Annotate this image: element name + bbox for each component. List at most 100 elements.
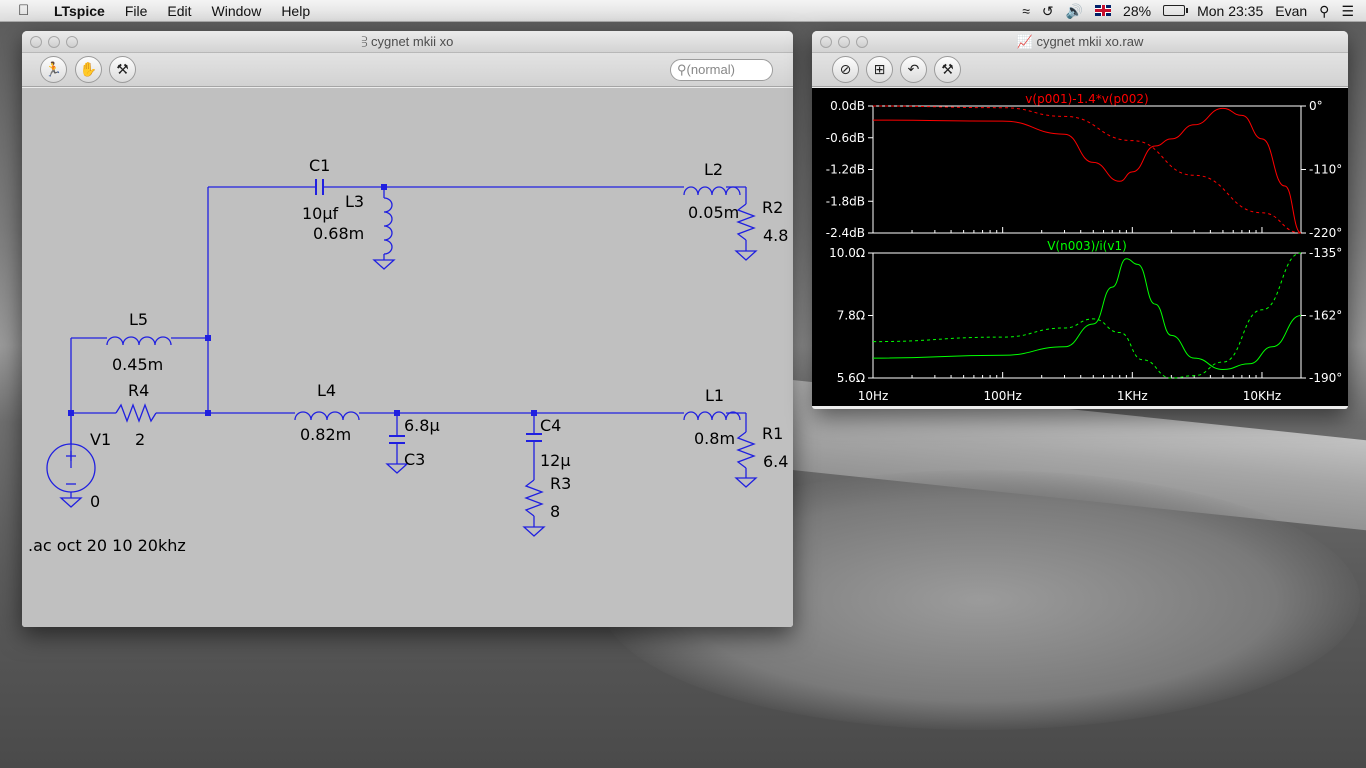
close-button[interactable] [30, 36, 42, 48]
r1-label[interactable]: R1 [762, 424, 783, 443]
r4-value[interactable]: 2 [135, 430, 145, 449]
search-icon: ⚲ [677, 62, 687, 77]
junction-node[interactable] [68, 410, 74, 416]
menu-file[interactable]: File [125, 3, 148, 19]
zoom-back-icon[interactable]: ↶ [900, 56, 927, 83]
schematic-drawing[interactable]: C1 10µf L3 0.68m L2 0.05m R2 4.8 L5 0.45… [22, 88, 793, 627]
spotlight-search-icon[interactable]: ⚲ [1319, 3, 1329, 20]
l3-label[interactable]: L3 [345, 192, 364, 211]
waveform-canvas[interactable]: v(p001)-1.4*v(p002) 0.0dB -0.6dB -1.2dB -1.8… [812, 88, 1348, 406]
battery-percent[interactable]: 28% [1123, 3, 1151, 19]
l4-value[interactable]: 0.82m [300, 425, 351, 444]
magnitude-trace-1[interactable] [872, 107, 1302, 234]
zoom-cancel-icon[interactable]: ⊘ [832, 56, 859, 83]
autorange-icon[interactable]: ⊞ [866, 56, 893, 83]
schematic-toolbar: 🏃 ✋ ⚒ ⚲(normal) [22, 53, 793, 87]
c1-value[interactable]: 10µf [302, 204, 339, 223]
y-tick-label: 10.0Ω [829, 246, 865, 260]
ac-directive[interactable]: .ac oct 20 10 20khz [28, 536, 186, 555]
c4-label[interactable]: C4 [540, 416, 561, 435]
phase-trace-1[interactable] [872, 105, 1302, 234]
volume-icon[interactable]: 🔊 [1066, 3, 1083, 20]
plot-frame [872, 105, 1302, 234]
battery-icon[interactable] [1163, 3, 1189, 19]
magnitude-trace-2[interactable] [872, 258, 1302, 371]
r2-label[interactable]: R2 [762, 198, 783, 217]
c3-label[interactable]: C3 [404, 450, 425, 469]
phase-trace-2[interactable] [872, 252, 1302, 379]
r2-value[interactable]: 4.8 [763, 226, 788, 245]
schematic-titlebar[interactable]: ⫖ cygnet mkii xo [22, 31, 793, 53]
v1-value[interactable]: 0 [90, 492, 100, 511]
trace-title-2[interactable]: V(n003)/i(v1) [1047, 239, 1127, 253]
r1-resistor[interactable] [736, 431, 756, 469]
clock[interactable]: Mon 23:35 [1197, 3, 1263, 19]
waveform-plot[interactable]: v(p001)-1.4*v(p002) 0.0dB -0.6dB -1.2dB -1.8… [812, 88, 1348, 406]
l5-inductor[interactable] [106, 336, 172, 346]
menu-window[interactable]: Window [212, 3, 262, 19]
zoom-button[interactable] [66, 36, 78, 48]
x-tick-label: 10Hz [858, 389, 889, 403]
r4-label[interactable]: R4 [128, 381, 149, 400]
l2-label[interactable]: L2 [704, 160, 723, 179]
c3-value[interactable]: 6.8µ [404, 416, 440, 435]
time-machine-icon[interactable]: ↺ [1042, 3, 1054, 20]
app-menu[interactable]: LTspice [54, 3, 105, 19]
l1-label[interactable]: L1 [705, 386, 724, 405]
y-tick-label: 0.0dB [830, 99, 865, 113]
r1-value[interactable]: 6.4 [763, 452, 788, 471]
junction-node[interactable] [531, 410, 537, 416]
waveform-window: 📈 cygnet mkii xo.raw ⊘ ⊞ ↶ ⚒ v(p001)-1.4… [812, 31, 1348, 409]
notification-center-icon[interactable]: ☰ [1341, 3, 1354, 20]
r3-value[interactable]: 8 [550, 502, 560, 521]
c4-value[interactable]: 12µ [540, 451, 571, 470]
l2-inductor[interactable] [683, 186, 741, 196]
l5-label[interactable]: L5 [129, 310, 148, 329]
waveform-toolbar: ⊘ ⊞ ↶ ⚒ [812, 53, 1348, 87]
l2-value[interactable]: 0.05m [688, 203, 739, 222]
y-tick-label: -1.8dB [826, 194, 865, 208]
zoom-button[interactable] [856, 36, 868, 48]
waveform-title: cygnet mkii xo.raw [1036, 34, 1144, 49]
l3-value[interactable]: 0.68m [313, 224, 364, 243]
x-tick-label: 10KHz [1243, 389, 1281, 403]
junction-node[interactable] [205, 410, 211, 416]
v1-label[interactable]: V1 [90, 430, 111, 449]
minimize-button[interactable] [48, 36, 60, 48]
junction-node[interactable] [381, 184, 387, 190]
plot-frame [872, 252, 1302, 379]
y2-tick-label: -190° [1309, 371, 1342, 385]
wifi-icon[interactable]: ≈ [1022, 3, 1030, 19]
r3-resistor[interactable] [524, 479, 544, 517]
junction-node[interactable] [205, 335, 211, 341]
menu-edit[interactable]: Edit [167, 3, 191, 19]
search-field[interactable]: ⚲(normal) [670, 59, 773, 81]
schematic-canvas[interactable]: C1 10µf L3 0.68m L2 0.05m R2 4.8 L5 0.45… [22, 88, 793, 627]
schematic-doc-icon: ⫖ [361, 34, 371, 49]
minimize-button[interactable] [838, 36, 850, 48]
input-source-flag-icon[interactable] [1095, 3, 1112, 19]
c1-label[interactable]: C1 [309, 156, 330, 175]
l5-value[interactable]: 0.45m [112, 355, 163, 374]
l4-label[interactable]: L4 [317, 381, 336, 400]
menu-help[interactable]: Help [281, 3, 310, 19]
r3-label[interactable]: R3 [550, 474, 571, 493]
close-button[interactable] [820, 36, 832, 48]
l1-value[interactable]: 0.8m [694, 429, 735, 448]
run-icon[interactable]: 🏃 [40, 56, 67, 83]
l4-inductor[interactable] [294, 411, 360, 421]
junction-node[interactable] [394, 410, 400, 416]
probe-hammer-icon[interactable]: ⚒ [109, 56, 136, 83]
waveform-titlebar[interactable]: 📈 cygnet mkii xo.raw [812, 31, 1348, 53]
probe-hammer-icon[interactable]: ⚒ [934, 56, 961, 83]
trace-title-1[interactable]: v(p001)-1.4*v(p002) [1025, 92, 1148, 106]
r4-resistor[interactable] [115, 403, 157, 423]
y-tick-label: -0.6dB [826, 131, 865, 145]
l3-inductor[interactable] [383, 197, 393, 255]
pan-hand-icon[interactable]: ✋ [75, 56, 102, 83]
x-tick-label: 100Hz [984, 389, 1022, 403]
r2-resistor[interactable] [736, 203, 756, 241]
apple-menu-icon[interactable]:  [18, 2, 36, 19]
user-name[interactable]: Evan [1275, 3, 1307, 19]
x-tick-label: 1KHz [1117, 389, 1148, 403]
